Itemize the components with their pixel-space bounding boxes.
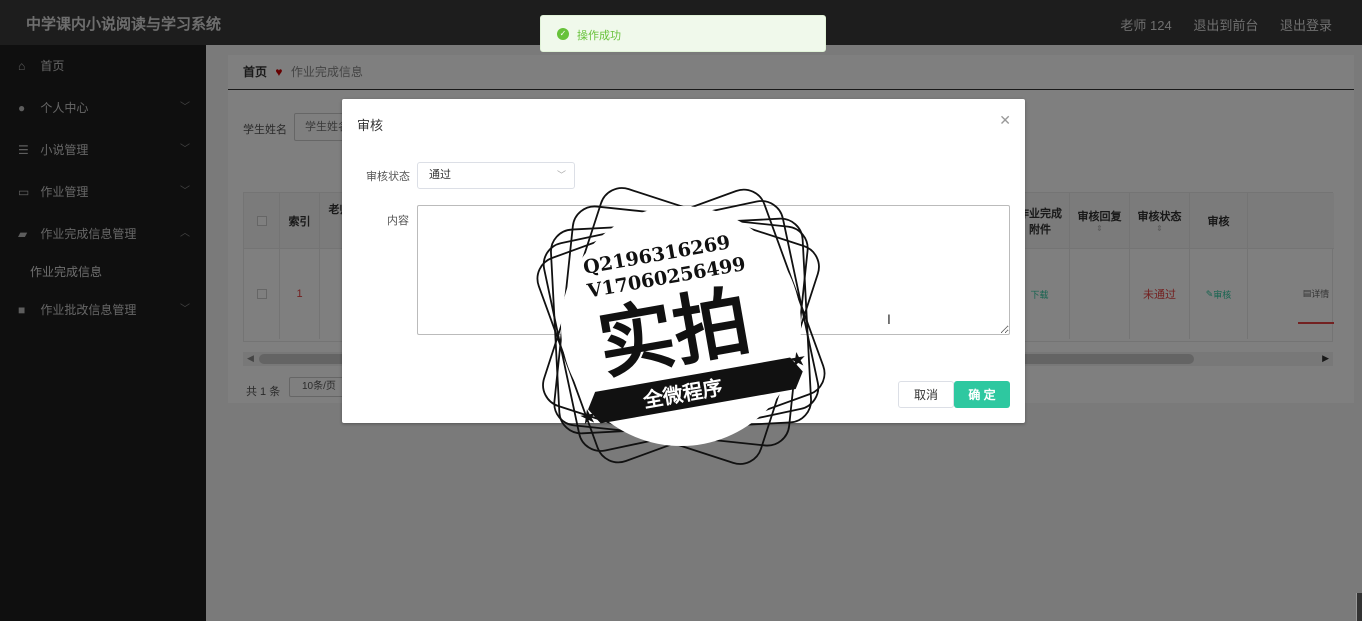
status-select-value: 通过 [429,169,451,181]
star-icon: ★ [787,348,808,373]
watermark-stamp: Q2196316269 V17060256499 实拍 全微程序 ★ ★ [536,187,826,465]
confirm-button[interactable]: 确 定 [954,381,1010,408]
cancel-button[interactable]: 取消 [898,381,954,408]
success-toast: ✓ 操作成功 [540,15,826,52]
dialog-title: 审核 [357,118,384,133]
close-icon[interactable]: ✕ [999,112,1011,129]
toast-message: 操作成功 [577,30,621,42]
status-label: 审核状态 [366,171,410,183]
check-circle-icon: ✓ [557,28,569,40]
corner-widget [1356,593,1362,621]
content-label: 内容 [387,215,409,227]
text-cursor-icon: I [887,311,891,327]
star-icon: ★ [578,405,599,430]
